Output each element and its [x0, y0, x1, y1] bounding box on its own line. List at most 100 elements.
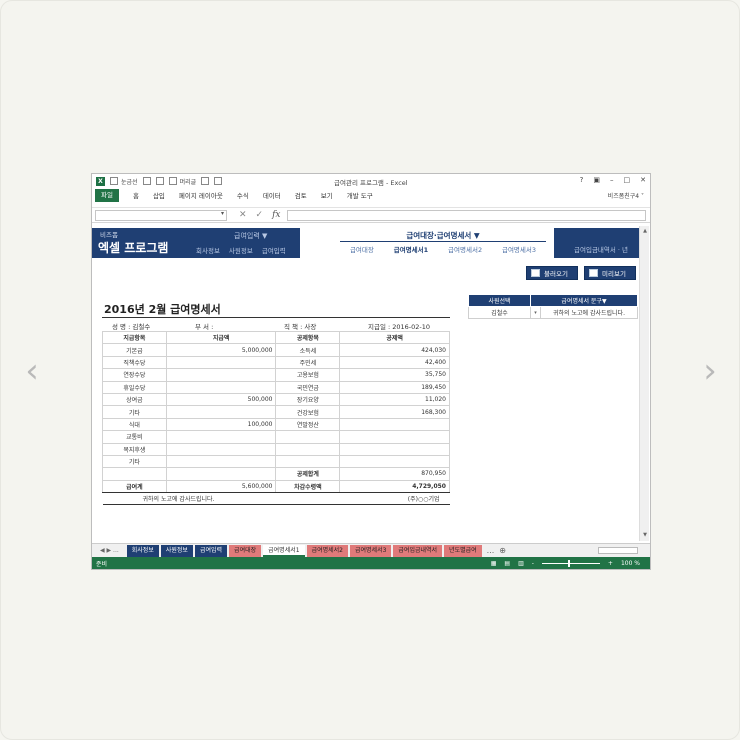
chevron-down-icon[interactable]: ▾: [221, 210, 224, 217]
cell[interactable]: 국민연금: [275, 380, 341, 394]
insert-function-icon[interactable]: fx: [272, 210, 280, 220]
scroll-up-icon[interactable]: ▲: [641, 227, 649, 235]
link-payroll-ledger[interactable]: 급여대장: [350, 244, 374, 254]
sheet-tab-payslip-3[interactable]: 급여명세서3: [349, 544, 392, 557]
link-payslip-2[interactable]: 급여명세서2: [448, 244, 482, 254]
cell[interactable]: 주민세: [275, 355, 341, 370]
cell[interactable]: [165, 405, 277, 419]
zoom-level[interactable]: 100 %: [621, 560, 640, 567]
add-sheet-icon[interactable]: ⊕: [499, 546, 506, 555]
page-layout-view-icon[interactable]: ▤: [504, 560, 510, 567]
tab-formulas[interactable]: 수식: [237, 190, 249, 200]
sheet-tab-company-info[interactable]: 회사정보: [126, 544, 159, 557]
cell[interactable]: [275, 442, 341, 456]
link-company-info[interactable]: 회사정보: [196, 245, 220, 255]
phrase-value[interactable]: 귀하의 노고에 감사드립니다.: [540, 306, 638, 319]
cell[interactable]: [165, 355, 277, 370]
save-icon[interactable]: [142, 177, 151, 185]
tab-review[interactable]: 검토: [295, 190, 307, 200]
link-salary-input[interactable]: 급여입력: [262, 245, 286, 255]
chevron-down-icon[interactable]: ▾: [530, 306, 541, 319]
cell[interactable]: 직책수당: [102, 355, 167, 370]
cell[interactable]: 소득세: [275, 343, 341, 357]
cell[interactable]: 189,450: [339, 380, 450, 394]
cell[interactable]: 교통비: [102, 430, 167, 444]
cell[interactable]: [165, 442, 277, 456]
cell[interactable]: [339, 454, 450, 469]
cell[interactable]: 복지후생: [102, 442, 167, 456]
cell[interactable]: [339, 442, 450, 456]
next-slide-arrow-icon[interactable]: ›: [699, 353, 721, 389]
payroll-menu-title[interactable]: 급여대장·급여명세서 ▼: [340, 230, 546, 241]
sheet-tab-payslip-2[interactable]: 급여명세서2: [306, 544, 348, 557]
cell[interactable]: 11,020: [339, 392, 450, 407]
cell[interactable]: 35,750: [339, 368, 450, 382]
link-deposit-statement[interactable]: 급여입금내역서 · 년: [574, 244, 628, 254]
cell[interactable]: 기타: [102, 405, 167, 419]
cell[interactable]: 연장수당: [102, 368, 167, 382]
tab-home[interactable]: 홈: [133, 190, 139, 200]
col-phrase[interactable]: 급여명세서 문구▼: [530, 294, 638, 307]
sheet-tab-yearly-salary[interactable]: 년도별급여: [444, 544, 482, 557]
cell[interactable]: [165, 380, 277, 394]
cell[interactable]: 연말정산: [275, 417, 341, 432]
tab-view[interactable]: 보기: [321, 190, 333, 200]
maximize-button[interactable]: □: [624, 176, 631, 184]
cell[interactable]: 장기요양: [275, 392, 341, 407]
sheet-tab-employee-info[interactable]: 사원정보: [160, 544, 193, 557]
tab-insert[interactable]: 삽입: [153, 190, 165, 200]
cell[interactable]: 건강보험: [275, 405, 341, 419]
formula-input[interactable]: [286, 209, 646, 221]
tab-developer[interactable]: 개발 도구: [347, 190, 373, 200]
account-name[interactable]: 비즈폼친구4 ˅: [608, 191, 644, 200]
normal-view-icon[interactable]: ▦: [491, 560, 497, 567]
menu-salary-input[interactable]: 급여입력 ▼: [234, 231, 267, 241]
ribbon-display-button[interactable]: ▣: [593, 176, 600, 184]
gridlines-checkbox[interactable]: [110, 177, 118, 185]
undo-icon[interactable]: [155, 177, 164, 185]
cell[interactable]: 휴일수당: [102, 380, 167, 394]
cell[interactable]: [339, 417, 450, 432]
print-preview-icon[interactable]: [201, 177, 210, 185]
cell[interactable]: [165, 430, 277, 444]
cell[interactable]: 기본급: [102, 343, 167, 357]
load-button[interactable]: 불러오기: [526, 266, 578, 280]
cell[interactable]: [339, 430, 450, 444]
page-break-view-icon[interactable]: ▥: [518, 560, 524, 567]
cell[interactable]: 고용보험: [275, 368, 341, 382]
cell[interactable]: 100,000: [165, 417, 277, 432]
cell[interactable]: 식대: [102, 417, 167, 432]
print-icon[interactable]: [214, 177, 223, 185]
sheet-tab-deposit-statement[interactable]: 급여입금내역서: [393, 544, 443, 557]
employee-select-value[interactable]: 김철수: [468, 306, 531, 319]
preview-button[interactable]: 미리보기: [584, 266, 636, 280]
sheet-tab-payslip-1[interactable]: 급여명세서1: [263, 544, 305, 557]
scroll-down-icon[interactable]: ▼: [641, 531, 649, 539]
prev-slide-arrow-icon[interactable]: ‹: [21, 353, 43, 389]
tab-page-layout[interactable]: 페이지 레이아웃: [179, 190, 223, 200]
zoom-out-icon[interactable]: -: [532, 560, 534, 567]
cancel-icon[interactable]: ✕: [239, 210, 247, 220]
tab-data[interactable]: 데이터: [263, 190, 281, 200]
sheet-tab-salary-input[interactable]: 급여입력: [194, 544, 228, 557]
tab-file[interactable]: 파일: [95, 188, 119, 202]
close-button[interactable]: ✕: [640, 176, 646, 184]
link-employee-info[interactable]: 사원정보: [229, 245, 253, 255]
cell[interactable]: 424,030: [339, 343, 450, 357]
enter-icon[interactable]: ✓: [256, 210, 264, 220]
cell[interactable]: [165, 368, 277, 382]
link-payslip-1[interactable]: 급여명세서1: [394, 244, 428, 254]
cell[interactable]: 42,400: [339, 355, 450, 370]
zoom-slider[interactable]: [541, 560, 600, 567]
link-payslip-3[interactable]: 급여명세서3: [502, 244, 536, 254]
cell[interactable]: 상여금: [102, 392, 167, 407]
more-sheets[interactable]: ...: [487, 546, 495, 555]
minimize-button[interactable]: –: [610, 176, 614, 184]
sheet-nav-buttons[interactable]: ◀ ▶ ...: [100, 547, 119, 554]
help-button[interactable]: ?: [580, 176, 584, 184]
cell[interactable]: 기타: [102, 454, 167, 469]
cell[interactable]: [275, 454, 341, 469]
cell[interactable]: [275, 430, 341, 444]
horizontal-scrollbar[interactable]: [598, 547, 638, 554]
zoom-slider-thumb[interactable]: [567, 560, 570, 567]
